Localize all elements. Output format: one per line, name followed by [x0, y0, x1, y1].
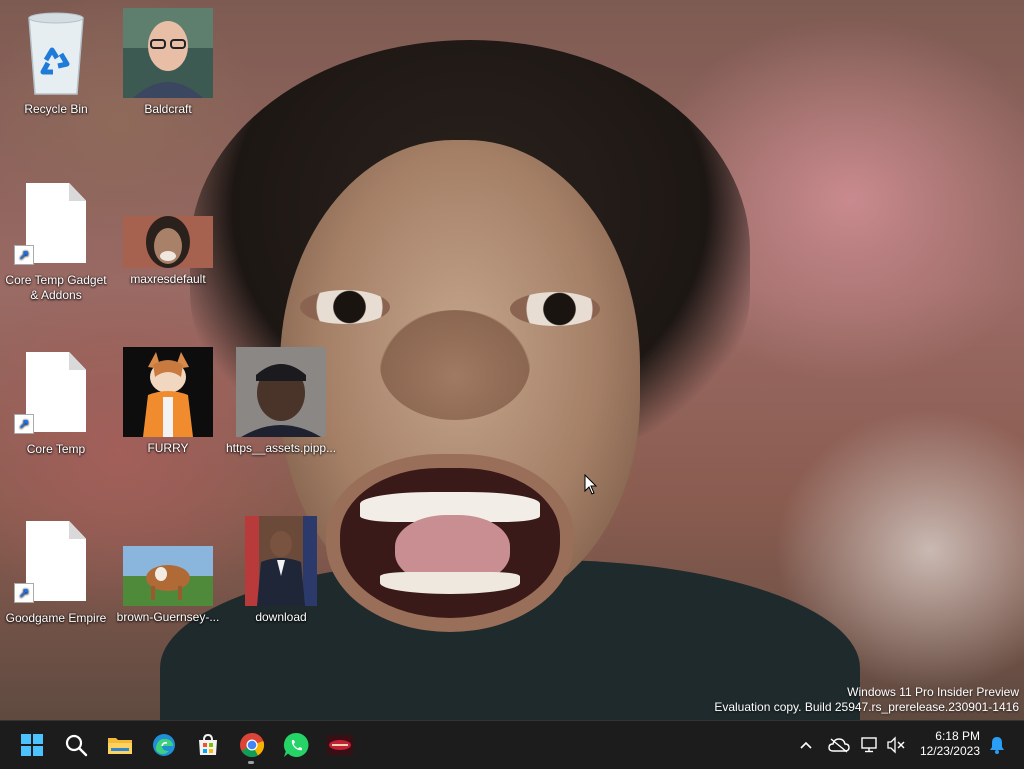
desktop-icon-recycle-bin[interactable]: Recycle Bin — [1, 10, 111, 117]
show-hidden-icons-button[interactable] — [796, 733, 816, 757]
chrome-button[interactable] — [232, 725, 272, 765]
game-app-icon — [327, 735, 353, 755]
desktop-icon-maxresdefault[interactable]: maxresdefault — [113, 216, 223, 287]
desktop-icon-brown-guernsey[interactable]: brown-Guernsey-... — [113, 546, 223, 625]
shortcut-arrow-icon: ↗ — [14, 583, 34, 603]
clock-date: 12/23/2023 — [919, 744, 980, 758]
volume-tray-button[interactable] — [884, 733, 908, 757]
search-button[interactable] — [56, 725, 96, 765]
desktop-icon-label: Recycle Bin — [24, 102, 88, 116]
baldcraft-thumbnail — [123, 8, 213, 98]
desktop-icon-goodgame-empire[interactable]: ↗ Goodgame Empire — [1, 521, 111, 626]
search-icon — [65, 734, 88, 757]
shortcut-document-icon: ↗ — [14, 521, 86, 603]
desktop-icon-label: https__assets.pipp... — [226, 441, 337, 455]
desktop-icon-label: Core Temp — [26, 442, 86, 456]
mouse-cursor-icon — [584, 474, 598, 495]
desktop-icon-label: brown-Guernsey-... — [116, 610, 220, 624]
notifications-button[interactable] — [986, 733, 1008, 757]
microsoft-store-button[interactable] — [188, 725, 228, 765]
shortcut-document-icon: ↗ — [14, 183, 86, 265]
taskbar: 6:18 PM 12/23/2023 — [0, 720, 1024, 769]
file-explorer-button[interactable] — [100, 725, 140, 765]
running-indicator — [248, 761, 254, 764]
system-clock[interactable]: 6:18 PM 12/23/2023 — [920, 729, 980, 759]
desktop-icon-https-assets[interactable]: https__assets.pipp... — [226, 347, 336, 456]
furry-thumbnail — [123, 347, 213, 437]
chevron-up-icon — [800, 741, 812, 749]
whatsapp-icon — [283, 732, 309, 757]
game-app-button[interactable] — [320, 725, 360, 765]
watermark-line-1: Windows 11 Pro Insider Preview — [847, 685, 1019, 699]
desktop[interactable]: Recycle Bin Baldcraft ↗ Core Temp Gadget… — [0, 0, 1024, 720]
network-tray-button[interactable] — [858, 733, 882, 757]
wallpaper-eye-left — [300, 290, 390, 324]
evaluation-watermark: Windows 11 Pro Insider Preview Evaluatio… — [714, 685, 1019, 715]
onedrive-icon — [828, 738, 850, 753]
desktop-icon-core-temp-gadget[interactable]: ↗ Core Temp Gadget & Addons — [1, 183, 111, 303]
shortcut-document-icon: ↗ — [14, 352, 86, 434]
volume-muted-icon — [887, 736, 905, 754]
microsoft-store-icon — [199, 733, 217, 755]
start-button[interactable] — [12, 725, 52, 765]
desktop-icon-label: Core Temp Gadget & Addons — [5, 273, 107, 302]
shortcut-arrow-icon: ↗ — [14, 414, 34, 434]
notification-bell-icon — [990, 737, 1004, 754]
desktop-icon-label: maxresdefault — [130, 272, 206, 286]
desktop-icon-label: Baldcraft — [144, 102, 192, 116]
maxresdefault-thumbnail — [123, 216, 213, 268]
network-icon — [861, 737, 877, 753]
onedrive-tray-button[interactable] — [826, 733, 852, 757]
https-assets-thumbnail — [236, 347, 326, 437]
desktop-icon-core-temp[interactable]: ↗ Core Temp — [1, 352, 111, 457]
watermark-line-2: Evaluation copy. Build 25947.rs_prerelea… — [714, 700, 1019, 714]
download-thumbnail — [245, 516, 317, 606]
desktop-icon-download[interactable]: download — [226, 516, 336, 625]
desktop-icon-furry[interactable]: FURRY — [113, 347, 223, 456]
chrome-icon — [240, 733, 265, 758]
wallpaper-eye-right — [510, 292, 600, 326]
desktop-icon-label: FURRY — [147, 441, 189, 455]
whatsapp-button[interactable] — [276, 725, 316, 765]
desktop-icon-label: Goodgame Empire — [5, 611, 107, 625]
brown-guernsey-thumbnail — [123, 546, 213, 606]
start-icon — [21, 734, 43, 756]
desktop-icon-baldcraft[interactable]: Baldcraft — [113, 8, 223, 117]
desktop-icon-label: download — [255, 610, 307, 624]
wallpaper-teeth-lower — [380, 572, 520, 594]
recycle-bin-icon — [28, 12, 84, 95]
clock-time: 6:18 PM — [935, 729, 980, 743]
file-explorer-icon — [108, 738, 132, 754]
edge-icon — [153, 734, 175, 756]
wallpaper-nose — [380, 310, 530, 420]
shortcut-arrow-icon: ↗ — [14, 245, 34, 265]
edge-button[interactable] — [144, 725, 184, 765]
